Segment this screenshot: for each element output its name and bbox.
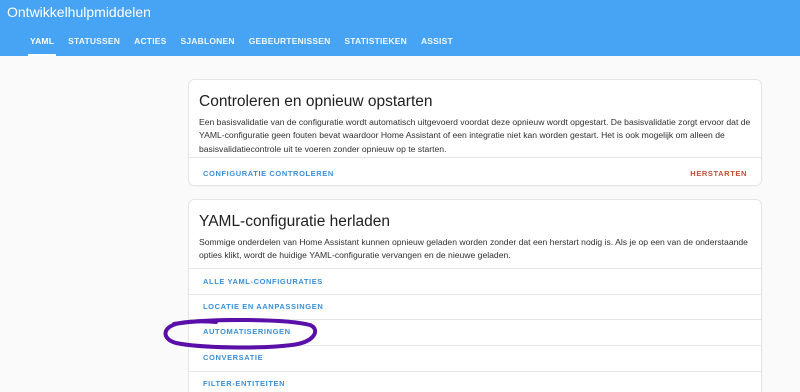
- reload-all-yaml-button[interactable]: ALLE YAML-CONFIGURATIES: [203, 277, 323, 286]
- reload-location-button[interactable]: LOCATIE EN AANPASSINGEN: [203, 302, 323, 311]
- tab-statussen[interactable]: STATUSSEN: [68, 30, 120, 56]
- restart-button[interactable]: HERSTARTEN: [690, 169, 747, 178]
- card-title: YAML-configuratie herladen: [199, 213, 390, 230]
- divider: [189, 294, 761, 295]
- card-description: Een basisvalidatie van de configuratie w…: [199, 117, 751, 154]
- tab-gebeurtenissen[interactable]: GEBEURTENISSEN: [249, 30, 331, 56]
- reload-automations-button[interactable]: AUTOMATISERINGEN: [203, 327, 291, 336]
- reload-filter-entities-button[interactable]: FILTER-ENTITEITEN: [203, 379, 285, 388]
- divider: [189, 157, 761, 158]
- divider: [189, 268, 761, 269]
- card-description: Sommige onderdelen van Home Assistant ku…: [199, 237, 748, 261]
- tab-yaml[interactable]: YAML: [27, 30, 57, 56]
- check-config-button[interactable]: CONFIGURATIE CONTROLEREN: [203, 169, 334, 178]
- tab-acties[interactable]: ACTIES: [134, 30, 166, 56]
- reload-card: YAML-configuratie herladen Sommige onder…: [189, 200, 761, 392]
- app-header: Ontwikkelhulpmiddelen YAML STATUSSEN ACT…: [0, 0, 800, 56]
- check-restart-card: Controleren en opnieuw opstarten Een bas…: [189, 80, 761, 185]
- app-title: Ontwikkelhulpmiddelen: [7, 4, 151, 20]
- card-title: Controleren en opnieuw opstarten: [199, 93, 433, 110]
- tab-sjablonen[interactable]: SJABLONEN: [181, 30, 235, 56]
- divider: [189, 371, 761, 372]
- reload-conversation-button[interactable]: CONVERSATIE: [203, 353, 263, 362]
- divider: [189, 319, 761, 320]
- divider: [189, 345, 761, 346]
- tab-bar: YAML STATUSSEN ACTIES SJABLONEN GEBEURTE…: [27, 30, 467, 56]
- tab-statistieken[interactable]: STATISTIEKEN: [344, 30, 407, 56]
- tab-assist[interactable]: ASSIST: [421, 30, 453, 56]
